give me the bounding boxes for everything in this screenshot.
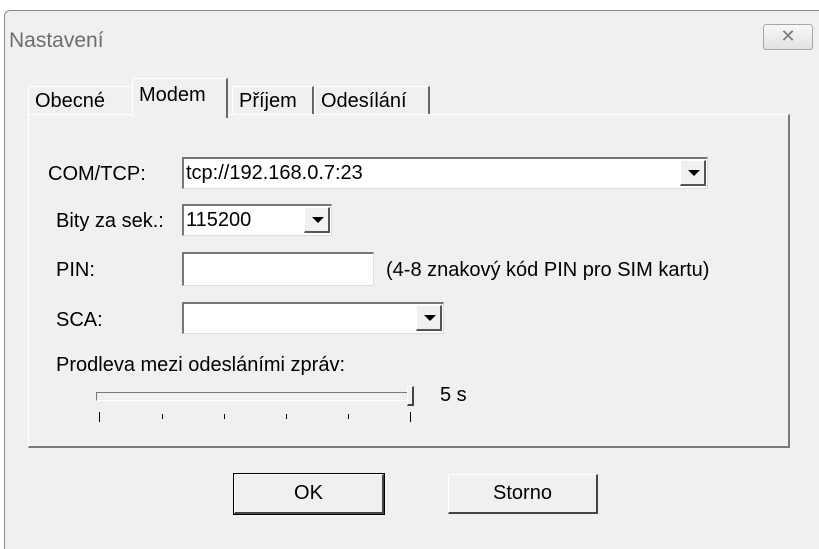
tab-prijem[interactable]: Příjem — [232, 86, 314, 116]
slider-tick — [162, 414, 163, 419]
close-button[interactable]: ✕ — [763, 24, 813, 50]
window-title: Nastavení — [9, 29, 104, 52]
close-icon: ✕ — [780, 26, 796, 47]
slider-tick — [224, 414, 225, 419]
tab-label: Modem — [139, 84, 206, 106]
com-tcp-value: tcp://192.168.0.7:23 — [186, 162, 363, 184]
slider-tick — [286, 414, 287, 419]
chevron-down-icon[interactable] — [680, 160, 706, 186]
slider-tick — [99, 412, 100, 422]
slider-tick — [348, 414, 349, 419]
pin-input[interactable] — [182, 252, 374, 286]
sca-combobox[interactable] — [182, 302, 444, 334]
slider-tick — [410, 412, 411, 422]
baud-label: Bity za sek.: — [56, 210, 164, 232]
delay-slider-thumb[interactable] — [407, 386, 414, 406]
baud-value: 115200 — [186, 209, 252, 231]
chevron-down-icon[interactable] — [304, 207, 330, 233]
tab-label: Příjem — [239, 90, 297, 112]
delay-value: 5 s — [440, 384, 467, 406]
delay-slider-track[interactable] — [96, 392, 412, 401]
title-bar: Nastavení ✕ — [5, 11, 819, 65]
tab-obecne[interactable]: Obecné — [28, 86, 136, 116]
com-tcp-combobox[interactable]: tcp://192.168.0.7:23 — [182, 157, 708, 189]
tab-label: Odesílání — [321, 90, 407, 112]
cancel-button[interactable]: Storno — [448, 474, 598, 514]
tab-odesilani[interactable]: Odesílání — [314, 86, 430, 116]
tab-label: Obecné — [35, 90, 106, 112]
chevron-down-icon[interactable] — [416, 305, 442, 331]
baud-combobox[interactable]: 115200 — [182, 204, 332, 236]
delay-label: Prodleva mezi odesláními zpráv: — [56, 354, 346, 376]
com-tcp-label: COM/TCP: — [48, 163, 146, 185]
ok-button[interactable]: OK — [233, 473, 385, 515]
pin-hint: (4-8 znakový kód PIN pro SIM kartu) — [386, 259, 710, 281]
pin-label: PIN: — [56, 259, 95, 281]
sca-label: SCA: — [56, 309, 103, 331]
tab-modem[interactable]: Modem — [132, 78, 228, 118]
